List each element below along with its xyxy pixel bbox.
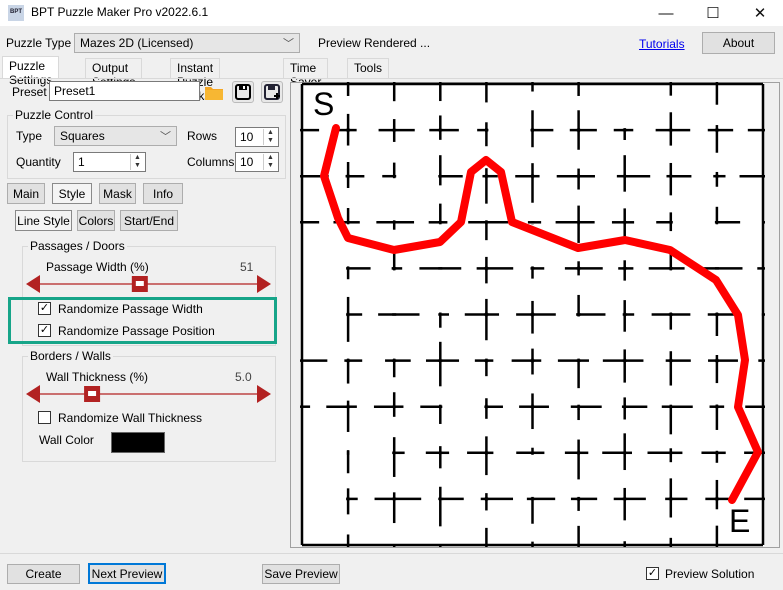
folder-icon[interactable]	[203, 81, 225, 103]
title-bar: BPT BPT Puzzle Maker Pro v2022.6.1 — ☐ ✕	[0, 0, 783, 26]
randomize-passage-position-checkbox[interactable]: ✓	[38, 324, 51, 337]
status-text: Preview Rendered ...	[318, 36, 431, 50]
puzzle-type-label: Puzzle Type	[6, 36, 72, 50]
window-title: BPT Puzzle Maker Pro v2022.6.1	[31, 5, 209, 19]
wall-thickness-slider[interactable]	[26, 383, 271, 405]
preview-solution-label: Preview Solution	[665, 567, 755, 581]
puzzle-control-title: Puzzle Control	[13, 108, 96, 122]
subtab-info[interactable]: Info	[143, 183, 183, 204]
preset-input[interactable]: Preset1	[49, 81, 200, 101]
quantity-stepper[interactable]: 1 ▲ ▼	[73, 152, 146, 172]
maze-drawing	[300, 82, 765, 547]
checkmark-icon: ✓	[39, 302, 50, 314]
tab-puzzle-settings[interactable]: Puzzle Settings	[2, 56, 60, 87]
columns-label: Columns	[187, 155, 235, 169]
tab-tools[interactable]: Tools	[347, 58, 390, 78]
preset-label: Preset	[12, 85, 47, 99]
columns-value: 10	[240, 155, 254, 169]
randomize-passage-width-checkbox[interactable]: ✓	[38, 302, 51, 315]
style-tab-line-style[interactable]: Line Style	[15, 210, 72, 231]
minimize-button[interactable]: —	[643, 0, 689, 26]
passage-width-value: 51	[240, 260, 254, 274]
passage-width-left-arrow-icon	[26, 275, 40, 293]
quantity-label: Quantity	[16, 155, 61, 169]
passage-width-slider[interactable]	[26, 273, 271, 295]
passage-width-right-arrow-icon	[257, 275, 271, 293]
spin-arrows-icon[interactable]: ▲ ▼	[263, 154, 277, 170]
wall-color-label: Wall Color	[39, 433, 94, 447]
bpt-app-icon: BPT	[8, 5, 24, 21]
subtab-mask[interactable]: Mask	[99, 183, 136, 204]
save-preview-button[interactable]: Save Preview	[262, 564, 340, 584]
wall-thickness-value: 5.0	[235, 370, 252, 384]
type-value: Squares	[60, 129, 105, 143]
passage-width-label: Passage Width (%)	[46, 260, 149, 274]
next-preview-button[interactable]: Next Preview	[88, 563, 166, 584]
wall-thickness-right-arrow-icon	[257, 385, 271, 403]
tab-time-saver[interactable]: Time Saver	[283, 58, 329, 89]
randomize-wall-thickness-label: Randomize Wall Thickness	[58, 411, 203, 425]
wall-color-swatch[interactable]	[111, 432, 165, 453]
create-button[interactable]: Create	[7, 564, 80, 584]
checkmark-icon: ✓	[647, 567, 658, 579]
tutorials-link[interactable]: Tutorials	[639, 37, 685, 51]
footer-divider	[0, 553, 783, 554]
style-tab-start-end[interactable]: Start/End	[120, 210, 178, 231]
puzzle-type-value: Mazes 2D (Licensed)	[80, 36, 194, 50]
spin-arrows-icon[interactable]: ▲ ▼	[130, 154, 144, 170]
maze-start-label: S	[313, 86, 335, 122]
randomize-wall-thickness-checkbox[interactable]	[38, 411, 51, 424]
randomize-passage-width-label: Randomize Passage Width	[58, 302, 203, 316]
save-plus-icon[interactable]	[261, 81, 283, 103]
type-select[interactable]: Squares ﹀	[54, 126, 177, 146]
tab-divider	[0, 78, 783, 79]
wall-thickness-label: Wall Thickness (%)	[46, 370, 149, 384]
preview-solution-checkbox[interactable]: ✓	[646, 567, 659, 580]
about-button[interactable]: About	[702, 32, 775, 54]
rows-label: Rows	[187, 129, 218, 143]
subtab-main[interactable]: Main	[7, 183, 45, 204]
borders-title: Borders / Walls	[28, 349, 113, 363]
chevron-down-icon: ﹀	[160, 131, 171, 143]
checkmark-icon: ✓	[39, 324, 50, 336]
tab-output-settings[interactable]: Output Settings	[85, 58, 143, 89]
style-tab-colors[interactable]: Colors	[77, 210, 115, 231]
subtab-style[interactable]: Style	[52, 183, 92, 204]
tab-instant-puzzle-books[interactable]: Instant Puzzle Books	[170, 58, 221, 103]
passages-title: Passages / Doors	[28, 239, 127, 253]
puzzle-type-select[interactable]: Mazes 2D (Licensed) ﹀	[74, 33, 300, 53]
wall-thickness-left-arrow-icon	[26, 385, 40, 403]
spin-arrows-icon[interactable]: ▲ ▼	[263, 129, 277, 145]
rows-value: 10	[240, 130, 254, 144]
rows-stepper[interactable]: 10 ▲ ▼	[235, 127, 279, 147]
close-button[interactable]: ✕	[737, 0, 783, 26]
columns-stepper[interactable]: 10 ▲ ▼	[235, 152, 279, 172]
type-label: Type	[16, 129, 43, 143]
maze-end-label: E	[729, 503, 751, 539]
maximize-button[interactable]: ☐	[690, 0, 736, 26]
save-icon[interactable]	[232, 81, 254, 103]
quantity-value: 1	[78, 155, 85, 169]
chevron-down-icon: ﹀	[283, 38, 294, 50]
randomize-passage-position-label: Randomize Passage Position	[58, 324, 215, 338]
